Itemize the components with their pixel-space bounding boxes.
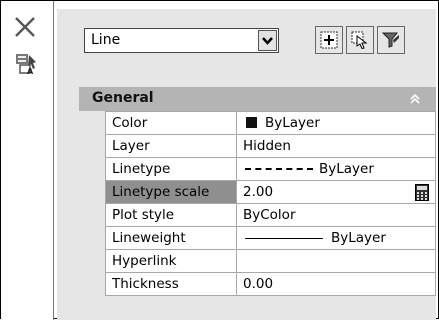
property-name: Linetype scale xyxy=(105,180,237,204)
property-value: ByLayer xyxy=(331,230,386,246)
property-row-thickness[interactable]: Thickness 0.00 xyxy=(105,272,436,296)
collapse-icon[interactable] xyxy=(408,92,422,106)
property-row-hyperlink[interactable]: Hyperlink xyxy=(105,249,436,273)
property-row-lineweight[interactable]: Lineweight ByLayer xyxy=(105,226,436,250)
svg-text:A: A xyxy=(27,67,34,75)
quick-select-icon xyxy=(382,32,399,48)
property-name: Color xyxy=(105,111,237,135)
palette-title-bar[interactable]: A xyxy=(1,1,54,320)
object-type-select[interactable]: Line xyxy=(84,28,279,53)
property-name: Layer xyxy=(105,134,237,158)
property-value-cell[interactable]: ByLayer xyxy=(236,157,436,181)
object-type-value: Line xyxy=(91,32,121,48)
property-grid: Color ByLayer Layer Hidden Linetype ByLa… xyxy=(105,111,436,296)
property-value: 2.00 xyxy=(243,184,274,200)
property-name: Thickness xyxy=(105,272,237,296)
calculator-icon[interactable] xyxy=(415,184,429,201)
property-value[interactable] xyxy=(236,249,436,273)
color-swatch xyxy=(246,117,257,128)
pickadd-toggle-button[interactable] xyxy=(315,26,343,54)
select-objects-button[interactable] xyxy=(346,26,374,54)
property-row-plot-style[interactable]: Plot style ByColor xyxy=(105,203,436,227)
section-title: General xyxy=(92,90,154,106)
solid-line-preview xyxy=(245,237,323,239)
dropdown-arrow-icon xyxy=(262,37,273,45)
select-objects-icon xyxy=(351,31,368,49)
property-value-cell[interactable]: ByLayer xyxy=(236,226,436,250)
general-section-header[interactable]: General xyxy=(79,87,436,111)
properties-palette: A Line General Color ByLayer Layer Hidde… xyxy=(0,0,439,320)
pickadd-toggle-icon xyxy=(320,31,338,49)
property-name: Lineweight xyxy=(105,226,237,250)
property-value[interactable]: Hidden xyxy=(236,134,436,158)
dashed-line-preview xyxy=(245,168,313,170)
property-value[interactable]: 0.00 xyxy=(236,272,436,296)
properties-icon[interactable]: A xyxy=(14,51,38,75)
property-row-linetype-scale[interactable]: Linetype scale 2.00 xyxy=(105,180,436,204)
property-name: Linetype xyxy=(105,157,237,181)
property-value-cell[interactable]: ByLayer xyxy=(236,111,436,135)
property-name: Plot style xyxy=(105,203,237,227)
property-row-color[interactable]: Color ByLayer xyxy=(105,111,436,135)
quick-select-button[interactable] xyxy=(377,26,405,54)
close-icon[interactable] xyxy=(12,14,38,40)
property-value: ByLayer xyxy=(265,115,320,131)
property-row-linetype[interactable]: Linetype ByLayer xyxy=(105,157,436,181)
property-name: Hyperlink xyxy=(105,249,237,273)
property-value: ByLayer xyxy=(319,161,374,177)
property-value[interactable]: ByColor xyxy=(236,203,436,227)
dropdown-button[interactable] xyxy=(258,30,277,51)
property-row-layer[interactable]: Layer Hidden xyxy=(105,134,436,158)
property-value-cell[interactable]: 2.00 xyxy=(236,180,436,204)
